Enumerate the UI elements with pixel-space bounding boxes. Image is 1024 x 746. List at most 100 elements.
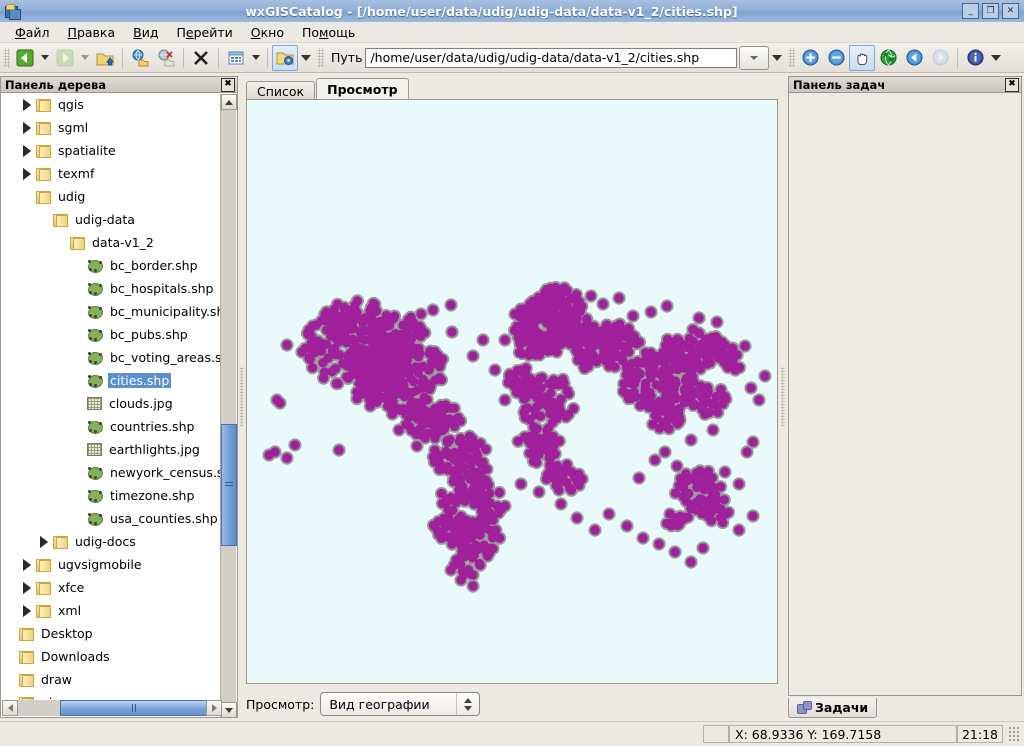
expander-collapsed-icon[interactable] (18, 116, 36, 139)
scroll-left-button[interactable] (2, 700, 18, 716)
full-extent-button[interactable] (875, 45, 901, 71)
path-dropdown-button[interactable] (739, 46, 769, 70)
forward-button[interactable] (52, 45, 78, 71)
tree-item-usa-counties-shp[interactable]: usa_counties.shp (1, 507, 221, 530)
map-canvas[interactable] (247, 100, 777, 683)
folder-options-button[interactable] (272, 45, 298, 71)
toolbar-grip-1[interactable] (3, 48, 10, 68)
spinner-up-icon (464, 698, 472, 703)
tree-item-cities-shp[interactable]: cities.shp (1, 369, 221, 392)
scroll-up-button[interactable] (221, 94, 237, 110)
right-splitter[interactable] (779, 76, 787, 718)
identify-button[interactable] (962, 45, 988, 71)
toolbar-grip-2[interactable] (317, 48, 324, 68)
tree-item-udig-docs[interactable]: udig-docs (1, 530, 221, 553)
toolbar-grip-3[interactable] (788, 48, 795, 68)
tab-list[interactable]: Список (246, 81, 315, 100)
tree-vertical-scrollbar[interactable] (220, 94, 236, 718)
path-overflow-arrow[interactable] (772, 55, 782, 61)
tree-item-newyork-census-shp[interactable]: newyork_census.shp (1, 461, 221, 484)
tree-item-clouds-jpg[interactable]: clouds.jpg (1, 392, 221, 415)
minimize-button[interactable]: _ (962, 3, 979, 19)
triangle-down-icon (225, 708, 233, 713)
folder-icon (19, 673, 34, 686)
tree-item-ugvsigmobile[interactable]: ugvsigmobile (1, 553, 221, 576)
tree-item-bc-pubs-shp[interactable]: bc_pubs.shp (1, 323, 221, 346)
menu-edit[interactable]: Правка (59, 23, 125, 42)
tree-item-timezone-shp[interactable]: timezone.shp (1, 484, 221, 507)
tree-item-earthlights-jpg[interactable]: earthlights.jpg (1, 438, 221, 461)
zoom-in-button[interactable] (797, 45, 823, 71)
tree-item-bc-hospitals-shp[interactable]: bc_hospitals.shp (1, 277, 221, 300)
scroll-down-button[interactable] (221, 702, 237, 718)
menu-help[interactable]: Помощь (293, 23, 364, 42)
horizontal-scroll-thumb[interactable] (60, 700, 210, 716)
disconnect-folder-button[interactable] (153, 45, 179, 71)
close-button[interactable]: ✕ (1002, 3, 1019, 19)
tree-item-desktop[interactable]: Desktop (1, 622, 221, 645)
up-one-level-button[interactable] (92, 45, 118, 71)
expander-expanded-icon[interactable] (52, 231, 70, 254)
map-canvas-container[interactable] (246, 99, 778, 684)
expander-collapsed-icon[interactable] (35, 530, 53, 553)
expander-expanded-icon[interactable] (35, 208, 53, 231)
expander-collapsed-icon[interactable] (18, 93, 36, 116)
resize-grip-icon[interactable] (1007, 727, 1021, 741)
tree-item-bc-border-shp[interactable]: bc_border.shp (1, 254, 221, 277)
map-tools-overflow-arrow[interactable] (991, 55, 1001, 61)
tree-item-downloads[interactable]: Downloads (1, 645, 221, 668)
expander-collapsed-icon[interactable] (18, 162, 36, 185)
view-style-button[interactable] (223, 45, 249, 71)
menu-view[interactable]: Вид (124, 23, 167, 42)
expander-none (1, 668, 19, 691)
tree-item-label: qgis (56, 97, 86, 112)
task-panel-close-icon[interactable]: ✖ (1005, 78, 1019, 92)
tree-horizontal-scrollbar[interactable] (2, 700, 222, 716)
tree-item-texmf[interactable]: texmf (1, 162, 221, 185)
expander-collapsed-icon[interactable] (18, 599, 36, 622)
tree-item-qgis[interactable]: qgis (1, 93, 221, 116)
forward-dropdown-arrow[interactable] (81, 55, 89, 60)
view-mode-spinner-icon[interactable] (456, 693, 479, 715)
menu-go[interactable]: Перейти (167, 23, 241, 42)
previous-extent-button[interactable] (901, 45, 927, 71)
tree-item-draw[interactable]: draw (1, 668, 221, 691)
pan-button[interactable] (849, 45, 875, 71)
tree-item-countries-shp[interactable]: countries.shp (1, 415, 221, 438)
left-splitter[interactable] (238, 76, 246, 718)
path-input[interactable]: /home/user/data/udig/udig-data/data-v1_2… (365, 48, 737, 68)
menu-window[interactable]: Окно (242, 23, 293, 42)
next-extent-button[interactable] (927, 45, 953, 71)
menu-file[interactable]: Файл (6, 23, 59, 42)
tree-item-sgml[interactable]: sgml (1, 116, 221, 139)
expander-collapsed-icon[interactable] (18, 576, 36, 599)
zoom-out-button[interactable] (823, 45, 849, 71)
expander-collapsed-icon[interactable] (18, 553, 36, 576)
maximize-button[interactable]: ❐ (982, 3, 999, 19)
tree-item-bc-municipality-shp[interactable]: bc_municipality.shp (1, 300, 221, 323)
tree-panel-close-icon[interactable]: ✖ (221, 78, 235, 92)
view-mode-select[interactable]: Вид географии (320, 692, 480, 716)
scroll-right-button[interactable] (206, 700, 222, 716)
tab-tasks[interactable]: Задачи (788, 698, 877, 718)
tree-item-list[interactable]: qgis sgmlspatialitetexmfudigudig-datadata… (1, 93, 221, 703)
tree-item-bc-voting-areas-shp[interactable]: bc_voting_areas.shp (1, 346, 221, 369)
tree-item-xml[interactable]: xml (1, 599, 221, 622)
delete-button[interactable] (188, 45, 214, 71)
folder-options-dropdown-arrow[interactable] (301, 55, 311, 61)
tree-panel-title: Панель дерева (5, 78, 221, 92)
tree-item-data-v1-2[interactable]: data-v1_2 (1, 231, 221, 254)
tree-item-xfce[interactable]: xfce (1, 576, 221, 599)
tree-item-udig-data[interactable]: udig-data (1, 208, 221, 231)
vertical-scroll-thumb[interactable] (221, 424, 237, 546)
expander-collapsed-icon[interactable] (18, 139, 36, 162)
view-style-dropdown-arrow[interactable] (252, 55, 260, 60)
back-button[interactable] (12, 45, 38, 71)
tree-item-udig[interactable]: udig (1, 185, 221, 208)
connect-folder-button[interactable] (127, 45, 153, 71)
spinner-down-icon (464, 706, 472, 711)
tree-item-spatialite[interactable]: spatialite (1, 139, 221, 162)
tab-preview[interactable]: Просмотр (316, 78, 408, 100)
back-dropdown-arrow[interactable] (41, 55, 49, 60)
expander-expanded-icon[interactable] (18, 185, 36, 208)
